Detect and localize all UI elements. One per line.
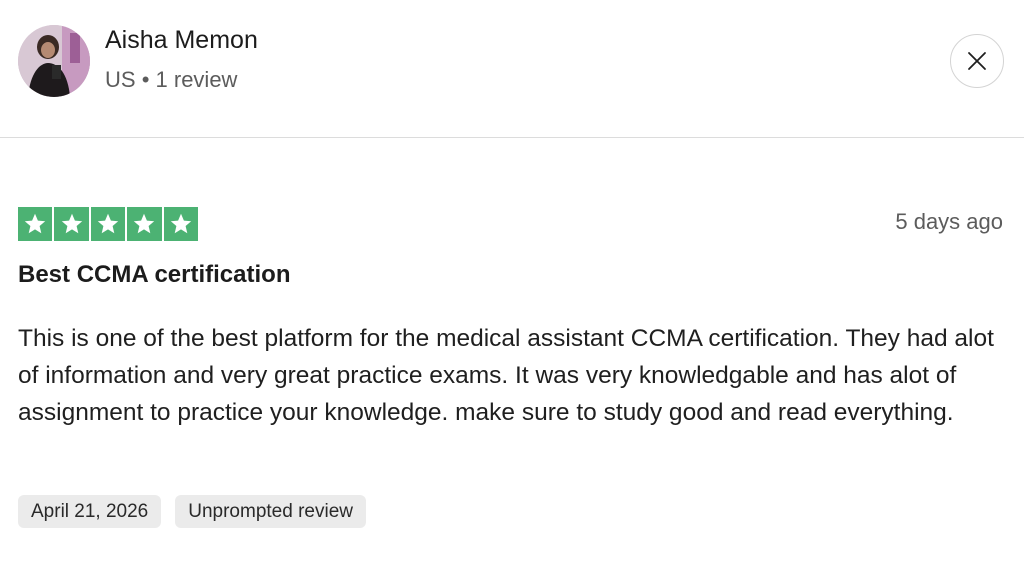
review-body: This is one of the best platform for the…	[18, 325, 994, 426]
reviewer-header: Aisha Memon US • 1 review	[0, 0, 1024, 138]
star-rating	[18, 207, 198, 241]
star-icon	[54, 207, 89, 241]
star-icon	[163, 207, 198, 241]
avatar-photo	[18, 25, 90, 97]
reviewer-meta: US • 1 review	[105, 67, 237, 93]
close-icon	[968, 52, 986, 70]
review-title: Best CCMA certification	[18, 261, 291, 288]
review-date-relative: 5 days ago	[895, 209, 1003, 234]
unprompted-review-tag: Unprompted review	[175, 495, 366, 528]
close-button[interactable]	[950, 34, 1004, 88]
star-icon	[90, 207, 126, 241]
reviewer-country: US	[105, 67, 136, 92]
star-icon	[127, 207, 162, 241]
reviewer-name[interactable]: Aisha Memon	[105, 26, 258, 55]
review-date-tag: April 21, 2026	[18, 495, 162, 528]
avatar[interactable]	[18, 25, 90, 97]
meta-separator: •	[141, 67, 150, 92]
review-tags: April 21, 2026 Unprompted review	[18, 495, 366, 528]
star-icon	[18, 207, 53, 241]
reviewer-review-count: 1 review	[155, 67, 238, 92]
